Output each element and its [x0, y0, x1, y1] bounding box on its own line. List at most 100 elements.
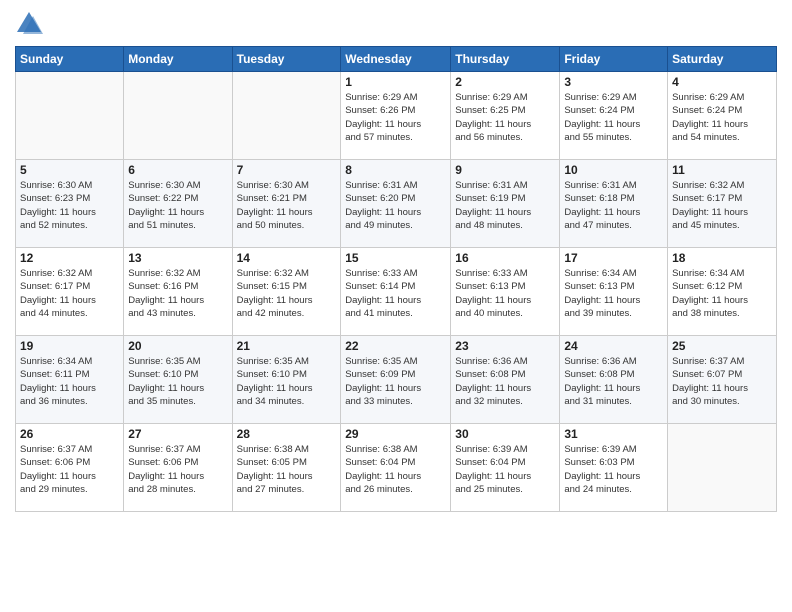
day-info: Sunrise: 6:33 AM Sunset: 6:14 PM Dayligh… — [345, 267, 446, 320]
day-number: 1 — [345, 75, 446, 89]
page: SundayMondayTuesdayWednesdayThursdayFrid… — [0, 0, 792, 612]
day-number: 6 — [128, 163, 227, 177]
weekday-header: Saturday — [668, 47, 777, 72]
header-row: SundayMondayTuesdayWednesdayThursdayFrid… — [16, 47, 777, 72]
calendar-cell: 18 Sunrise: 6:34 AM Sunset: 6:12 PM Dayli… — [668, 248, 777, 336]
day-number: 27 — [128, 427, 227, 441]
day-info: Sunrise: 6:29 AM Sunset: 6:24 PM Dayligh… — [564, 91, 663, 144]
day-info: Sunrise: 6:39 AM Sunset: 6:03 PM Dayligh… — [564, 443, 663, 496]
header — [15, 10, 777, 38]
day-info: Sunrise: 6:32 AM Sunset: 6:17 PM Dayligh… — [672, 179, 772, 232]
calendar-cell — [16, 72, 124, 160]
calendar-cell: 28 Sunrise: 6:38 AM Sunset: 6:05 PM Dayli… — [232, 424, 341, 512]
day-info: Sunrise: 6:35 AM Sunset: 6:10 PM Dayligh… — [237, 355, 337, 408]
day-number: 13 — [128, 251, 227, 265]
day-number: 4 — [672, 75, 772, 89]
day-info: Sunrise: 6:37 AM Sunset: 6:06 PM Dayligh… — [128, 443, 227, 496]
day-info: Sunrise: 6:32 AM Sunset: 6:16 PM Dayligh… — [128, 267, 227, 320]
calendar-cell: 5 Sunrise: 6:30 AM Sunset: 6:23 PM Daylig… — [16, 160, 124, 248]
day-info: Sunrise: 6:37 AM Sunset: 6:07 PM Dayligh… — [672, 355, 772, 408]
calendar-cell: 6 Sunrise: 6:30 AM Sunset: 6:22 PM Daylig… — [124, 160, 232, 248]
day-info: Sunrise: 6:38 AM Sunset: 6:05 PM Dayligh… — [237, 443, 337, 496]
day-info: Sunrise: 6:34 AM Sunset: 6:12 PM Dayligh… — [672, 267, 772, 320]
day-number: 19 — [20, 339, 119, 353]
calendar-cell: 9 Sunrise: 6:31 AM Sunset: 6:19 PM Daylig… — [451, 160, 560, 248]
calendar-cell: 8Sunrise: 6:31 AM Sunset: 6:20 PM Daylig… — [341, 160, 451, 248]
calendar-cell: 26Sunrise: 6:37 AM Sunset: 6:06 PM Dayli… — [16, 424, 124, 512]
day-info: Sunrise: 6:30 AM Sunset: 6:22 PM Dayligh… — [128, 179, 227, 232]
day-number: 16 — [455, 251, 555, 265]
day-number: 2 — [455, 75, 555, 89]
weekday-header: Sunday — [16, 47, 124, 72]
calendar-week: 26Sunrise: 6:37 AM Sunset: 6:06 PM Dayli… — [16, 424, 777, 512]
day-info: Sunrise: 6:39 AM Sunset: 6:04 PM Dayligh… — [455, 443, 555, 496]
logo — [15, 10, 47, 38]
calendar-cell: 23 Sunrise: 6:36 AM Sunset: 6:08 PM Dayli… — [451, 336, 560, 424]
day-info: Sunrise: 6:38 AM Sunset: 6:04 PM Dayligh… — [345, 443, 446, 496]
day-info: Sunrise: 6:31 AM Sunset: 6:19 PM Dayligh… — [455, 179, 555, 232]
day-number: 29 — [345, 427, 446, 441]
calendar-cell: 1Sunrise: 6:29 AM Sunset: 6:26 PM Daylig… — [341, 72, 451, 160]
calendar-cell: 7 Sunrise: 6:30 AM Sunset: 6:21 PM Daylig… — [232, 160, 341, 248]
calendar-cell: 15 Sunrise: 6:33 AM Sunset: 6:14 PM Dayli… — [341, 248, 451, 336]
day-number: 15 — [345, 251, 446, 265]
calendar-cell: 14 Sunrise: 6:32 AM Sunset: 6:15 PM Dayli… — [232, 248, 341, 336]
day-number: 10 — [564, 163, 663, 177]
weekday-header: Monday — [124, 47, 232, 72]
calendar-cell: 13 Sunrise: 6:32 AM Sunset: 6:16 PM Dayli… — [124, 248, 232, 336]
day-info: Sunrise: 6:33 AM Sunset: 6:13 PM Dayligh… — [455, 267, 555, 320]
day-number: 21 — [237, 339, 337, 353]
day-info: Sunrise: 6:29 AM Sunset: 6:25 PM Dayligh… — [455, 91, 555, 144]
day-number: 22 — [345, 339, 446, 353]
day-info: Sunrise: 6:32 AM Sunset: 6:15 PM Dayligh… — [237, 267, 337, 320]
day-number: 17 — [564, 251, 663, 265]
calendar-week: 19 Sunrise: 6:34 AM Sunset: 6:11 PM Dayli… — [16, 336, 777, 424]
calendar-cell: 30Sunrise: 6:39 AM Sunset: 6:04 PM Dayli… — [451, 424, 560, 512]
weekday-header: Tuesday — [232, 47, 341, 72]
calendar-cell: 27 Sunrise: 6:37 AM Sunset: 6:06 PM Dayli… — [124, 424, 232, 512]
day-number: 3 — [564, 75, 663, 89]
calendar-cell: 12 Sunrise: 6:32 AM Sunset: 6:17 PM Dayli… — [16, 248, 124, 336]
day-info: Sunrise: 6:34 AM Sunset: 6:13 PM Dayligh… — [564, 267, 663, 320]
day-number: 5 — [20, 163, 119, 177]
day-info: Sunrise: 6:35 AM Sunset: 6:09 PM Dayligh… — [345, 355, 446, 408]
calendar-cell: 29 Sunrise: 6:38 AM Sunset: 6:04 PM Dayli… — [341, 424, 451, 512]
day-number: 9 — [455, 163, 555, 177]
calendar-cell: 17 Sunrise: 6:34 AM Sunset: 6:13 PM Dayli… — [560, 248, 668, 336]
day-info: Sunrise: 6:32 AM Sunset: 6:17 PM Dayligh… — [20, 267, 119, 320]
day-info: Sunrise: 6:30 AM Sunset: 6:23 PM Dayligh… — [20, 179, 119, 232]
day-info: Sunrise: 6:31 AM Sunset: 6:20 PM Dayligh… — [345, 179, 446, 232]
day-number: 12 — [20, 251, 119, 265]
day-info: Sunrise: 6:36 AM Sunset: 6:08 PM Dayligh… — [455, 355, 555, 408]
day-number: 28 — [237, 427, 337, 441]
day-number: 25 — [672, 339, 772, 353]
calendar-cell: 11 Sunrise: 6:32 AM Sunset: 6:17 PM Dayli… — [668, 160, 777, 248]
day-number: 7 — [237, 163, 337, 177]
day-number: 14 — [237, 251, 337, 265]
day-number: 20 — [128, 339, 227, 353]
calendar-cell: 19 Sunrise: 6:34 AM Sunset: 6:11 PM Dayli… — [16, 336, 124, 424]
calendar-cell: 4 Sunrise: 6:29 AM Sunset: 6:24 PM Daylig… — [668, 72, 777, 160]
calendar-week: 12 Sunrise: 6:32 AM Sunset: 6:17 PM Dayli… — [16, 248, 777, 336]
calendar-cell: 10 Sunrise: 6:31 AM Sunset: 6:18 PM Dayli… — [560, 160, 668, 248]
day-info: Sunrise: 6:31 AM Sunset: 6:18 PM Dayligh… — [564, 179, 663, 232]
day-info: Sunrise: 6:34 AM Sunset: 6:11 PM Dayligh… — [20, 355, 119, 408]
calendar-cell: 22 Sunrise: 6:35 AM Sunset: 6:09 PM Dayli… — [341, 336, 451, 424]
calendar-cell: 25 Sunrise: 6:37 AM Sunset: 6:07 PM Dayli… — [668, 336, 777, 424]
day-info: Sunrise: 6:30 AM Sunset: 6:21 PM Dayligh… — [237, 179, 337, 232]
calendar-cell: 24Sunrise: 6:36 AM Sunset: 6:08 PM Dayli… — [560, 336, 668, 424]
day-info: Sunrise: 6:29 AM Sunset: 6:24 PM Dayligh… — [672, 91, 772, 144]
day-number: 18 — [672, 251, 772, 265]
day-info: Sunrise: 6:36 AM Sunset: 6:08 PM Dayligh… — [564, 355, 663, 408]
weekday-header: Wednesday — [341, 47, 451, 72]
calendar-cell: 3 Sunrise: 6:29 AM Sunset: 6:24 PM Daylig… — [560, 72, 668, 160]
day-info: Sunrise: 6:37 AM Sunset: 6:06 PM Dayligh… — [20, 443, 119, 496]
calendar-cell: 2 Sunrise: 6:29 AM Sunset: 6:25 PM Daylig… — [451, 72, 560, 160]
day-number: 11 — [672, 163, 772, 177]
day-number: 23 — [455, 339, 555, 353]
calendar-cell: 31Sunrise: 6:39 AM Sunset: 6:03 PM Dayli… — [560, 424, 668, 512]
weekday-header: Friday — [560, 47, 668, 72]
calendar-week: 1Sunrise: 6:29 AM Sunset: 6:26 PM Daylig… — [16, 72, 777, 160]
calendar-cell: 21 Sunrise: 6:35 AM Sunset: 6:10 PM Dayli… — [232, 336, 341, 424]
logo-icon — [15, 10, 43, 38]
